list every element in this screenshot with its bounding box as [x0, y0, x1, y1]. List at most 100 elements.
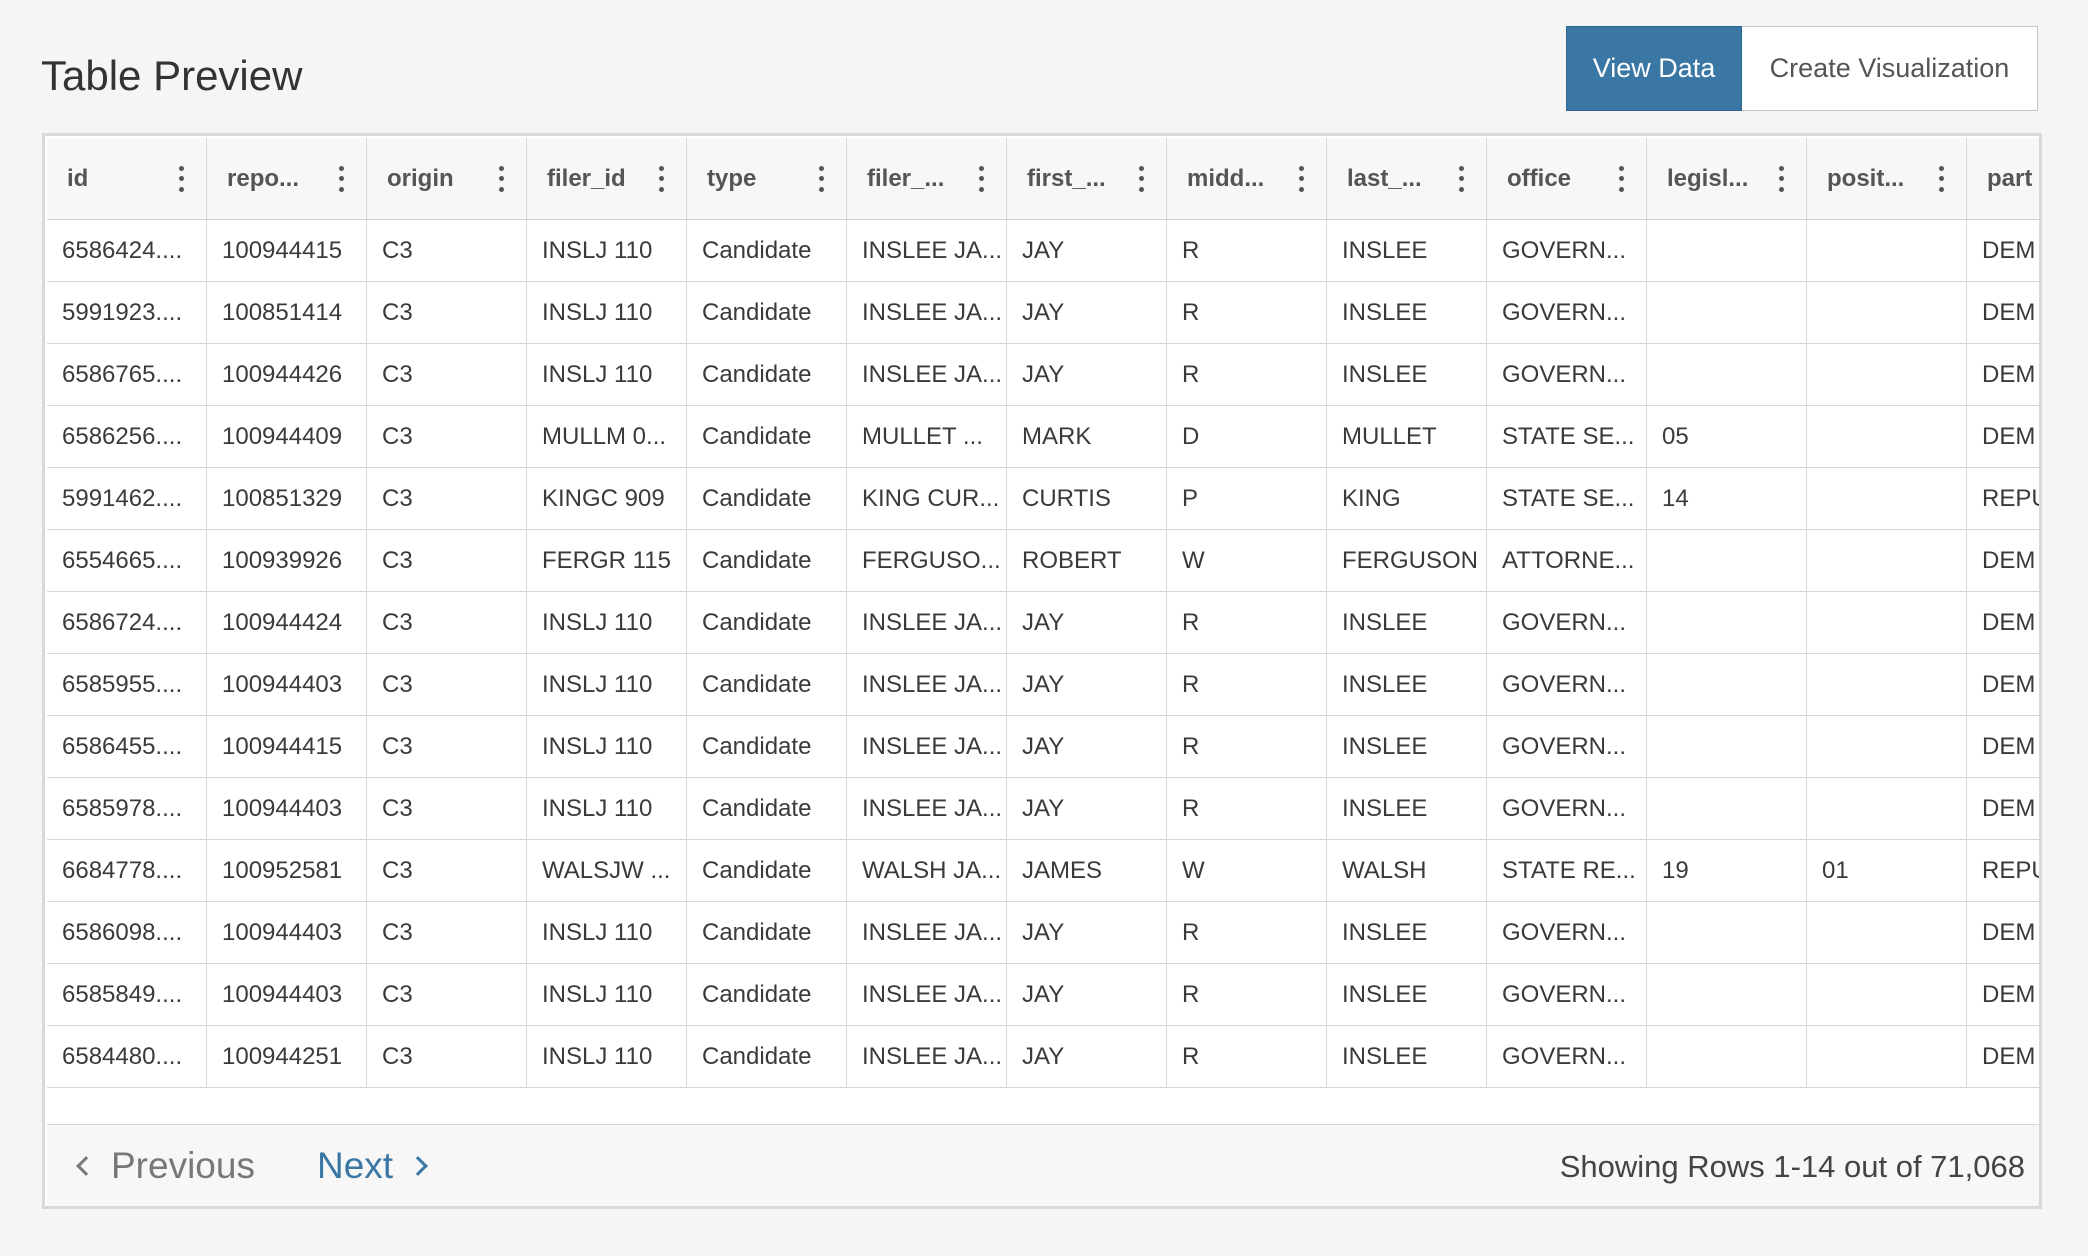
table-cell: GOVERN...	[1487, 282, 1647, 343]
table-cell: STATE SE...	[1487, 468, 1647, 529]
chevron-right-icon	[408, 1156, 428, 1176]
table-cell: INSLEE JA...	[847, 220, 1007, 281]
page-title: Table Preview	[41, 52, 303, 99]
column-header[interactable]: part	[1967, 138, 2039, 219]
column-header[interactable]: first_...	[1007, 138, 1167, 219]
table-cell: INSLEE	[1327, 282, 1487, 343]
kebab-menu-icon[interactable]	[1298, 165, 1304, 192]
column-header[interactable]: last_...	[1327, 138, 1487, 219]
table-cell: C3	[367, 1026, 527, 1087]
table-cell: 6585849....	[47, 964, 207, 1025]
table-cell: GOVERN...	[1487, 344, 1647, 405]
table-cell: JAY	[1007, 592, 1167, 653]
table-cell	[1647, 1026, 1807, 1087]
table-cell: INSLEE	[1327, 902, 1487, 963]
column-header[interactable]: id	[47, 138, 207, 219]
column-header[interactable]: legisl...	[1647, 138, 1807, 219]
table-cell: GOVERN...	[1487, 964, 1647, 1025]
column-header-label: legisl...	[1667, 164, 1749, 192]
column-header[interactable]: midd...	[1167, 138, 1327, 219]
table-cell: JAY	[1007, 654, 1167, 715]
table-row[interactable]: 6586765.... 100944426 C3 INSLJ 110 Candidate…	[47, 344, 2039, 406]
table-cell: DEM	[1967, 592, 2039, 653]
create-visualization-button[interactable]: Create Visualization	[1742, 26, 2038, 111]
table-cell	[1647, 220, 1807, 281]
table-cell	[1807, 716, 1967, 777]
table-cell: C3	[367, 778, 527, 839]
table-cell: Candidate	[687, 220, 847, 281]
column-header[interactable]: filer_...	[847, 138, 1007, 219]
table-cell: INSLEE	[1327, 1026, 1487, 1087]
kebab-menu-icon[interactable]	[1618, 165, 1624, 192]
table-row[interactable]: 6586424.... 100944415 C3 INSLJ 110 Candidate…	[47, 220, 2039, 282]
kebab-menu-icon[interactable]	[1458, 165, 1464, 192]
table-cell: 100952581	[207, 840, 367, 901]
table-cell: Candidate	[687, 592, 847, 653]
kebab-menu-icon[interactable]	[1938, 165, 1944, 192]
previous-label: Previous	[111, 1145, 255, 1186]
table-cell: INSLJ 110	[527, 716, 687, 777]
table-row[interactable]: 6585849.... 100944403 C3 INSLJ 110 Candidate…	[47, 964, 2039, 1026]
kebab-menu-icon[interactable]	[498, 165, 504, 192]
kebab-menu-icon[interactable]	[338, 165, 344, 192]
table-cell: 100944403	[207, 778, 367, 839]
next-page-button[interactable]: Next	[317, 1145, 428, 1187]
table-cell	[1647, 282, 1807, 343]
column-header-label: last_...	[1347, 164, 1422, 192]
table-cell: 5991923....	[47, 282, 207, 343]
table-row[interactable]: 6684778.... 100952581 C3 WALSJW ... Candidat…	[47, 840, 2039, 902]
kebab-menu-icon[interactable]	[658, 165, 664, 192]
table-row[interactable]: 6586256.... 100944409 C3 MULLM 0... Candidat…	[47, 406, 2039, 468]
table-row[interactable]: 6586455.... 100944415 C3 INSLJ 110 Candidate…	[47, 716, 2039, 778]
view-data-button[interactable]: View Data	[1566, 26, 1742, 111]
table-cell: DEM	[1967, 406, 2039, 467]
table-row[interactable]: 6586098.... 100944403 C3 INSLJ 110 Candidate…	[47, 902, 2039, 964]
table-row[interactable]: 6585955.... 100944403 C3 INSLJ 110 Candidate…	[47, 654, 2039, 716]
column-header-label: repo...	[227, 164, 300, 192]
table-cell: 6585955....	[47, 654, 207, 715]
row-count-status: Showing Rows 1-14 out of 71,068	[1559, 1149, 2025, 1184]
table-cell: 6586765....	[47, 344, 207, 405]
column-header[interactable]: office	[1487, 138, 1647, 219]
table-cell: C3	[367, 220, 527, 281]
table-cell: Candidate	[687, 468, 847, 529]
table-cell: GOVERN...	[1487, 1026, 1647, 1087]
table-row[interactable]: 5991462.... 100851329 C3 KINGC 909 Candidate…	[47, 468, 2039, 530]
kebab-menu-icon[interactable]	[818, 165, 824, 192]
table-row[interactable]: 6585978.... 100944403 C3 INSLJ 110 Candidate…	[47, 778, 2039, 840]
table-cell: 100944415	[207, 220, 367, 281]
table-cell: Candidate	[687, 840, 847, 901]
table-row[interactable]: 6586724.... 100944424 C3 INSLJ 110 Candidate…	[47, 592, 2039, 654]
table-cell: C3	[367, 964, 527, 1025]
column-header[interactable]: filer_id	[527, 138, 687, 219]
kebab-menu-icon[interactable]	[1138, 165, 1144, 192]
table-cell: DEM	[1967, 964, 2039, 1025]
table-cell: R	[1167, 220, 1327, 281]
pagination-bar: Previous Next Showing Rows 1-14 out of 7…	[47, 1124, 2039, 1206]
table-cell: INSLJ 110	[527, 778, 687, 839]
column-header-label: type	[707, 164, 757, 192]
column-header[interactable]: posit...	[1807, 138, 1967, 219]
table-row[interactable]: 6554665.... 100939926 C3 FERGR 115 Candidate…	[47, 530, 2039, 592]
table-cell	[1807, 902, 1967, 963]
column-header[interactable]: repo...	[207, 138, 367, 219]
kebab-menu-icon[interactable]	[178, 165, 184, 192]
column-header-label: posit...	[1827, 164, 1905, 192]
table-cell: 6586256....	[47, 406, 207, 467]
previous-page-button[interactable]: Previous	[75, 1145, 255, 1187]
table-cell	[1807, 964, 1967, 1025]
table-cell: DEM	[1967, 654, 2039, 715]
kebab-menu-icon[interactable]	[1778, 165, 1784, 192]
table-row[interactable]: 6584480.... 100944251 C3 INSLJ 110 Candidate…	[47, 1026, 2039, 1088]
column-header[interactable]: origin	[367, 138, 527, 219]
column-header[interactable]: type	[687, 138, 847, 219]
table-row[interactable]: 5991923.... 100851414 C3 INSLJ 110 Candidate…	[47, 282, 2039, 344]
table-cell: R	[1167, 344, 1327, 405]
table-cell: 100939926	[207, 530, 367, 591]
table-cell: R	[1167, 282, 1327, 343]
table-cell	[1647, 716, 1807, 777]
kebab-menu-icon[interactable]	[978, 165, 984, 192]
table-cell: GOVERN...	[1487, 778, 1647, 839]
table-cell: R	[1167, 654, 1327, 715]
table-cell: JAY	[1007, 716, 1167, 777]
